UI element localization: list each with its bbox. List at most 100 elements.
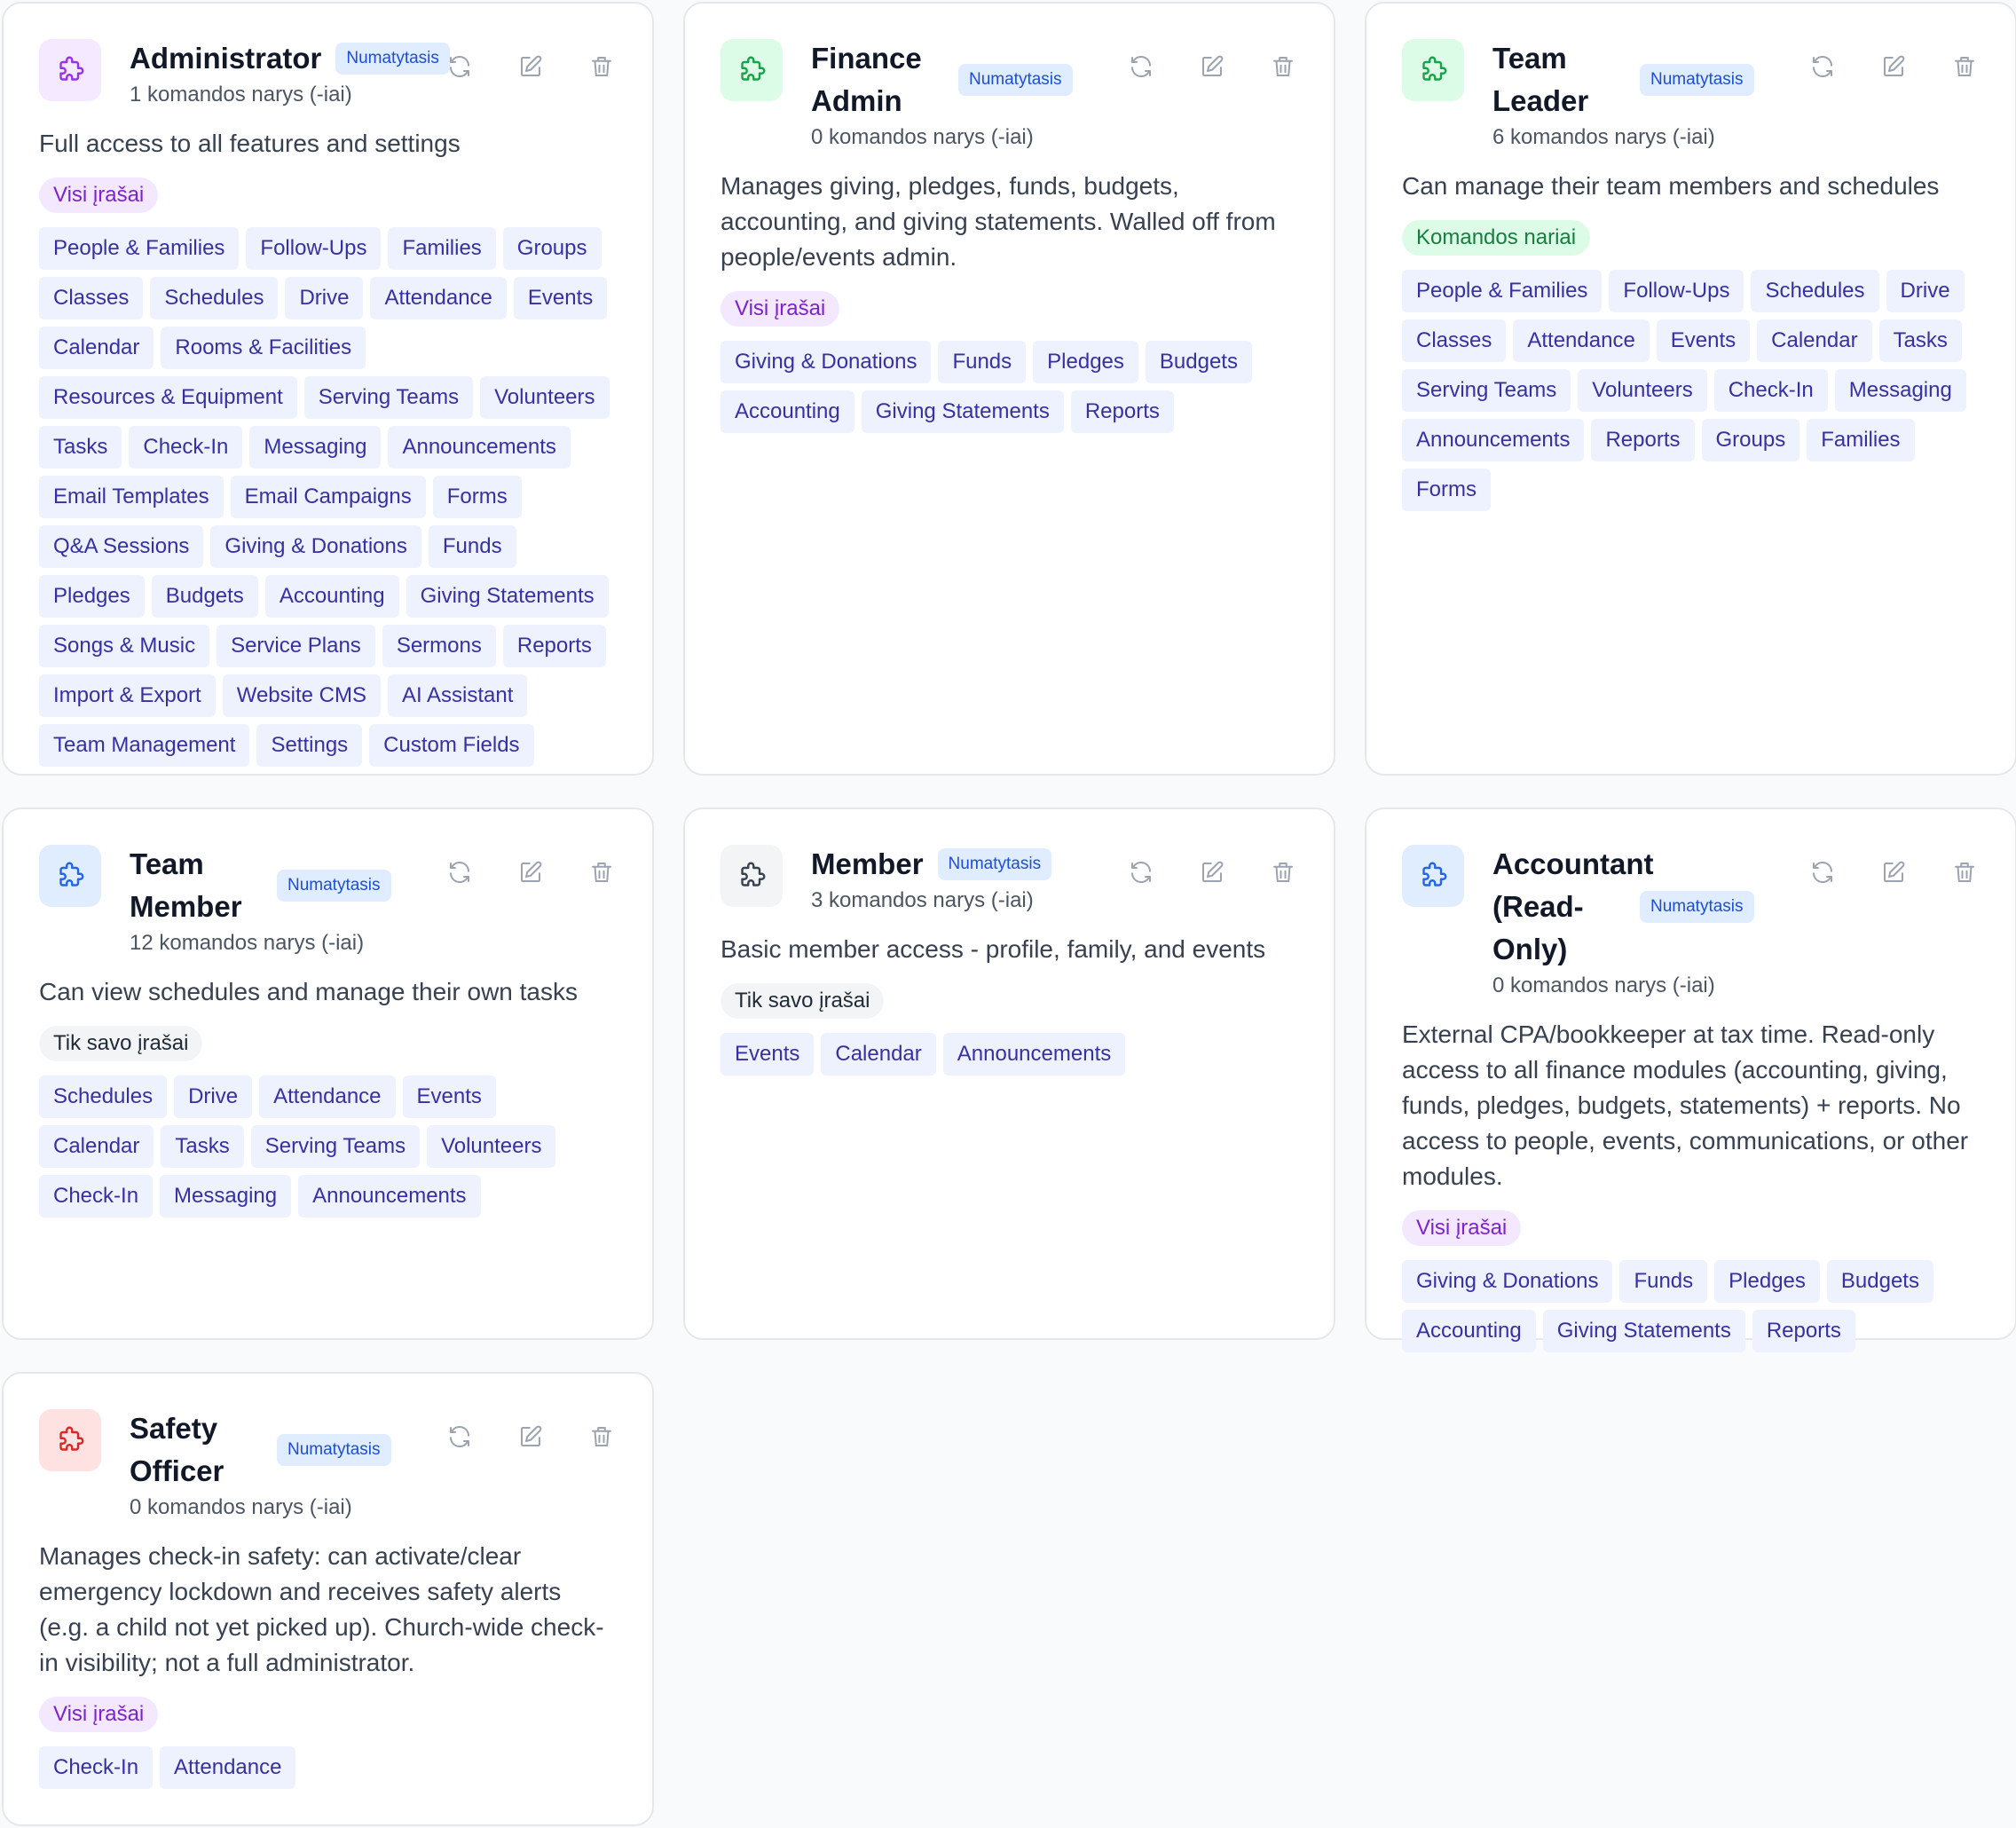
permission-chip: Giving Statements [1542, 1310, 1745, 1352]
permission-chip: Drive [285, 277, 364, 319]
edit-icon[interactable] [516, 51, 546, 82]
refresh-icon[interactable] [445, 1422, 475, 1452]
refresh-icon[interactable] [1126, 857, 1156, 887]
role-description: External CPA/bookkeeper at tax time. Rea… [1402, 1020, 1969, 1190]
member-count: 3 komandos narys (-iai) [811, 888, 1034, 912]
permission-chip: Budgets [1145, 341, 1252, 383]
trash-icon[interactable] [587, 51, 617, 82]
permission-chip: Reports [502, 625, 606, 667]
default-badge: Numatytasis [335, 43, 450, 75]
refresh-icon[interactable] [1807, 51, 1838, 82]
permission-chip: Attendance [1513, 319, 1650, 362]
edit-icon[interactable] [516, 857, 546, 887]
permission-chip: Funds [938, 341, 1027, 383]
role-title: Accountant (Read-Only) [1492, 847, 1654, 965]
refresh-icon[interactable] [445, 51, 475, 82]
default-badge: Numatytasis [1640, 64, 1754, 96]
permission-chip: Serving Teams [303, 376, 474, 419]
role-title: Administrator [130, 42, 322, 75]
edit-icon[interactable] [1197, 857, 1227, 887]
edit-icon[interactable] [1197, 51, 1227, 82]
permission-chip: Schedules [1751, 270, 1879, 312]
role-title-row: Team Leader Numatytasis [1492, 37, 1790, 122]
permission-chip: Groups [1701, 419, 1800, 461]
permission-chip: Drive [1886, 270, 1965, 312]
permission-chip: Giving Statements [861, 390, 1064, 433]
refresh-icon[interactable] [445, 857, 475, 887]
puzzle-icon [39, 1409, 101, 1471]
role-title-row: Administrator Numatytasis [130, 37, 450, 80]
permission-chip: Classes [39, 277, 144, 319]
member-count: 0 komandos narys (-iai) [1492, 973, 1715, 997]
role-card: Administrator Numatytasis 1 komandos narys… [2, 2, 654, 776]
edit-icon[interactable] [1878, 857, 1909, 887]
member-count: 6 komandos narys (-iai) [1492, 125, 1715, 149]
permission-chip: Families [1807, 419, 1915, 461]
trash-icon[interactable] [587, 857, 617, 887]
role-title: Safety Officer [130, 1412, 224, 1487]
scope-badge: Komandos nariai [1402, 220, 1591, 256]
role-description: Manages giving, pledges, funds, budgets,… [721, 172, 1276, 271]
permission-chip: Check-In [1713, 369, 1828, 412]
permission-chip: Accounting [264, 575, 399, 618]
permission-chip: Events [1656, 319, 1751, 362]
permission-chip: Calendar [1757, 319, 1872, 362]
refresh-icon[interactable] [1807, 857, 1838, 887]
permission-chip: Giving & Donations [1402, 1260, 1613, 1303]
role-description: Basic member access - profile, family, a… [721, 935, 1266, 963]
role-title: Member [811, 847, 924, 880]
permission-chip: Calendar [39, 1125, 154, 1168]
permission-chip: Giving & Donations [721, 341, 932, 383]
permission-chip: Announcements [1402, 419, 1585, 461]
role-description: Manages check-in safety: can activate/cl… [39, 1542, 604, 1676]
trash-icon[interactable] [587, 1422, 617, 1452]
role-title: Team Leader [1492, 42, 1589, 117]
trash-icon[interactable] [1949, 857, 1980, 887]
permission-chip: Budgets [151, 575, 258, 618]
role-card-header: Team Leader Numatytasis 6 komandos narys (… [1402, 37, 1980, 153]
role-description: Full access to all features and settings [39, 130, 461, 157]
role-actions [445, 1407, 617, 1452]
permission-chip: Reports [1591, 419, 1695, 461]
permission-chip: Accounting [721, 390, 854, 433]
permission-chip: Attendance [160, 1746, 296, 1789]
trash-icon[interactable] [1268, 857, 1298, 887]
scope-badge: Visi įrašai [721, 291, 840, 327]
permission-chip: Volunteers [480, 376, 610, 419]
trash-icon[interactable] [1268, 51, 1298, 82]
permission-chip: AI Assistant [388, 674, 528, 717]
role-title-block: Team Member Numatytasis 12 komandos narys … [130, 843, 427, 958]
edit-icon[interactable] [516, 1422, 546, 1452]
permission-chip: Team Management [39, 724, 250, 767]
default-badge: Numatytasis [958, 64, 1073, 96]
permission-chip: Rooms & Facilities [161, 327, 366, 369]
permission-list: Events Calendar Announcements [721, 1033, 1298, 1076]
role-title-block: Member Numatytasis 3 komandos narys (-iai) [811, 843, 1108, 916]
permission-chip: Songs & Music [39, 625, 210, 667]
role-card-header: Accountant (Read-Only) Numatytasis 0 koman… [1402, 843, 1980, 1001]
trash-icon[interactable] [1949, 51, 1980, 82]
role-title: Team Member [130, 847, 242, 923]
permission-chip: Classes [1402, 319, 1507, 362]
permission-chip: Email Campaigns [230, 476, 426, 518]
refresh-icon[interactable] [1126, 51, 1156, 82]
role-actions [445, 843, 617, 887]
permission-chip: Check-In [129, 426, 243, 469]
permission-list: Check-In Attendance [39, 1746, 617, 1789]
puzzle-icon [39, 845, 101, 907]
permission-chip: Messaging [249, 426, 382, 469]
permission-chip: Events [402, 1076, 496, 1118]
permission-chip: Sermons [382, 625, 496, 667]
default-badge: Numatytasis [277, 1434, 391, 1466]
role-card: Accountant (Read-Only) Numatytasis 0 koman… [1365, 808, 2016, 1352]
permission-chip: Reports [1070, 390, 1174, 433]
default-badge: Numatytasis [1640, 891, 1754, 923]
member-count: 0 komandos narys (-iai) [130, 1495, 352, 1519]
role-title-row: Member Numatytasis [811, 843, 1108, 886]
role-title-row: Accountant (Read-Only) Numatytasis [1492, 843, 1790, 971]
permission-chip: Families [388, 227, 496, 270]
role-actions [1126, 843, 1298, 887]
edit-icon[interactable] [1878, 51, 1909, 82]
permission-list: Schedules Drive Attendance Events Calendar Ta… [39, 1076, 617, 1217]
permission-chip: Settings [256, 724, 363, 767]
